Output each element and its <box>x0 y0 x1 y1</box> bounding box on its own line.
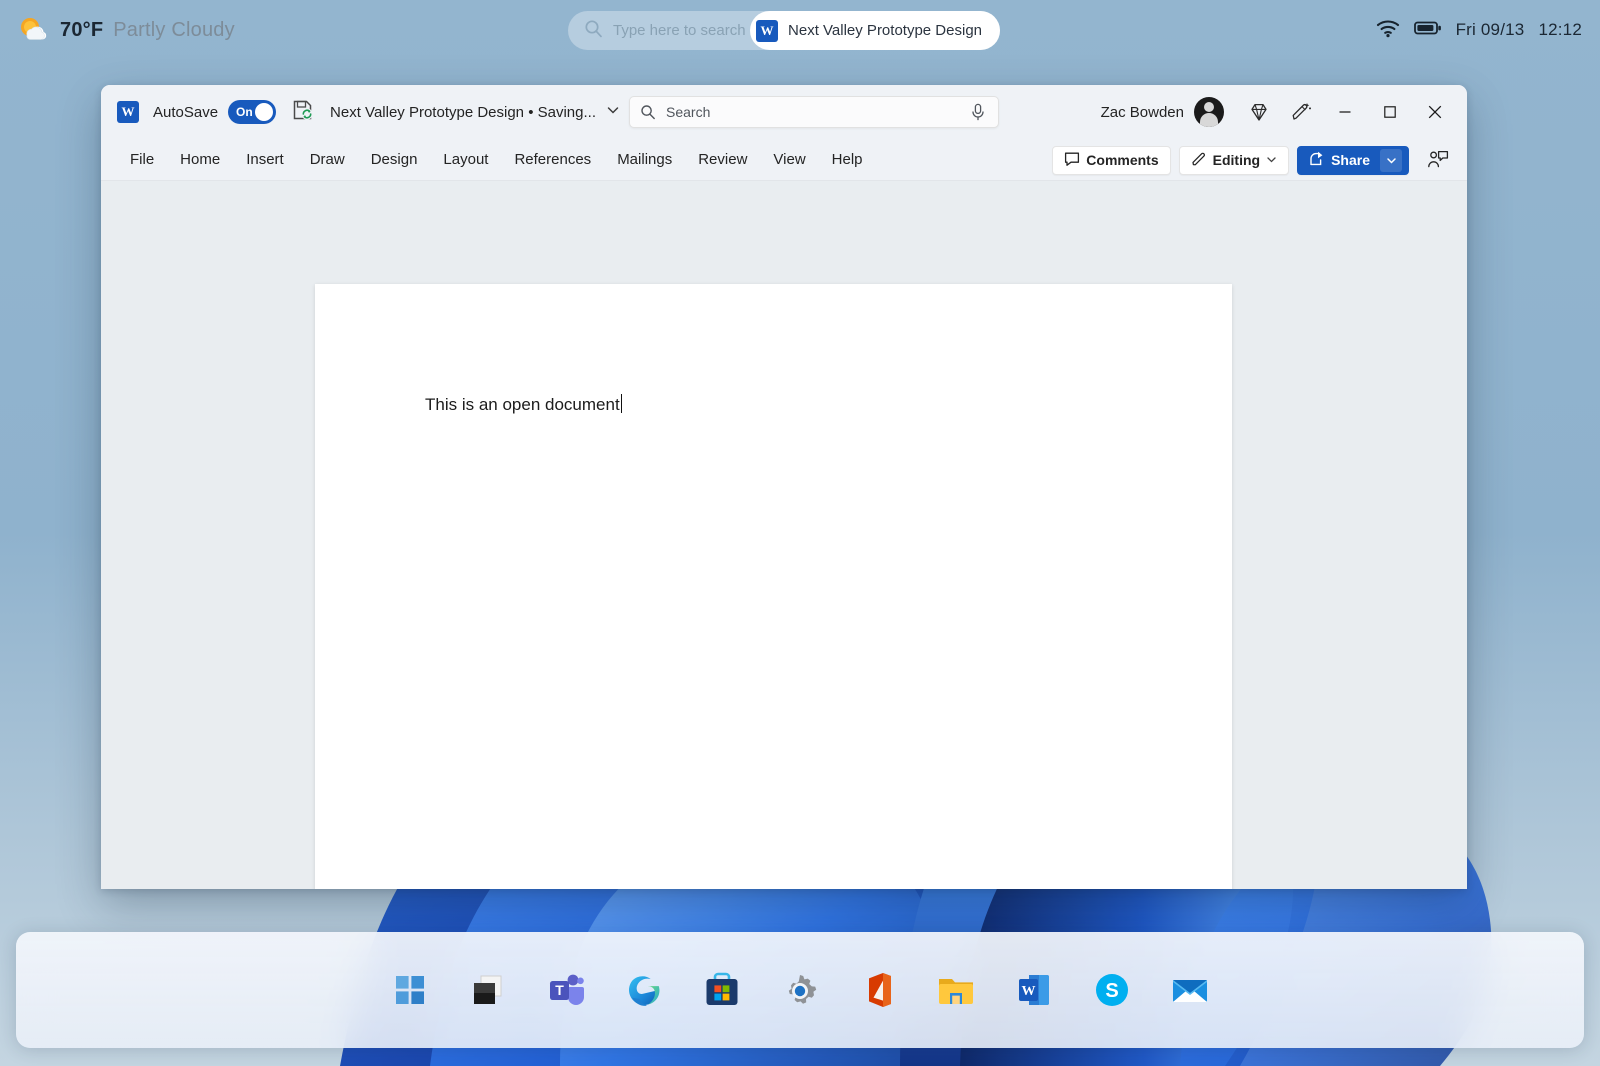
weather-condition: Partly Cloudy <box>113 18 235 41</box>
tray-time[interactable]: 12:12 <box>1538 20 1582 40</box>
wifi-icon[interactable] <box>1376 18 1400 43</box>
office-button[interactable] <box>855 967 901 1013</box>
word-button[interactable]: W <box>1011 967 1057 1013</box>
document-canvas[interactable]: This is an open document <box>101 181 1467 889</box>
share-chevron-down-icon[interactable] <box>1380 148 1402 172</box>
share-button[interactable]: Share <box>1297 145 1409 175</box>
word-search-input[interactable]: Search <box>666 104 710 120</box>
search-icon <box>584 19 603 43</box>
svg-text:W: W <box>1022 984 1036 999</box>
tab-insert[interactable]: Insert <box>233 146 297 173</box>
tab-draw[interactable]: Draw <box>297 146 358 173</box>
settings-button[interactable] <box>777 967 823 1013</box>
document-text-content: This is an open document <box>425 395 620 414</box>
desktop-top-bar: 70°F Partly Cloudy Type here to search W… <box>0 0 1600 60</box>
file-explorer-button[interactable] <box>933 967 979 1013</box>
pen-sparkle-icon[interactable] <box>1280 92 1322 132</box>
partly-cloudy-icon <box>16 13 50 47</box>
comments-button[interactable]: Comments <box>1052 145 1171 175</box>
word-title-bar: W AutoSave On Next Valley Prototype Desi… <box>101 85 1467 139</box>
toggle-knob <box>255 103 274 121</box>
chevron-down-icon <box>1266 152 1277 168</box>
system-tray[interactable]: Fri 09/13 12:12 <box>1376 0 1582 60</box>
svg-text:T: T <box>555 982 564 998</box>
tab-view[interactable]: View <box>760 146 818 173</box>
editing-mode-button[interactable]: Editing <box>1178 145 1290 175</box>
editing-label: Editing <box>1212 152 1261 168</box>
diamond-icon[interactable] <box>1238 92 1280 132</box>
pencil-icon <box>1191 151 1207 170</box>
weather-widget[interactable]: 70°F Partly Cloudy <box>16 13 235 47</box>
maximize-button[interactable] <box>1367 85 1412 139</box>
chevron-down-icon[interactable] <box>606 103 620 122</box>
search-icon <box>640 104 656 120</box>
close-button[interactable] <box>1412 85 1457 139</box>
word-window: W AutoSave On Next Valley Prototype Desi… <box>101 85 1467 889</box>
word-app-icon: W <box>756 19 779 42</box>
document-body-text[interactable]: This is an open document <box>425 394 623 415</box>
avatar-body <box>1200 113 1218 127</box>
tab-layout[interactable]: Layout <box>430 146 501 173</box>
ribbon-tab-bar: File Home Insert Draw Design Layout Refe… <box>101 139 1467 181</box>
user-name[interactable]: Zac Bowden <box>1101 104 1184 121</box>
save-sync-icon[interactable] <box>292 99 314 126</box>
share-icon <box>1309 151 1325 170</box>
titlebar-right-group: Zac Bowden <box>1101 85 1467 139</box>
search-input[interactable]: Type here to search <box>613 22 746 39</box>
avatar[interactable] <box>1194 97 1224 127</box>
tab-review[interactable]: Review <box>685 146 760 173</box>
tab-help[interactable]: Help <box>819 146 876 173</box>
start-button[interactable] <box>387 967 433 1013</box>
minimize-button[interactable] <box>1322 85 1367 139</box>
autosave-label: AutoSave <box>153 103 219 121</box>
word-search-box[interactable]: Search <box>629 96 999 128</box>
document-page[interactable]: This is an open document <box>315 284 1232 889</box>
pinned-task-label: Next Valley Prototype Design <box>788 22 982 39</box>
tab-file[interactable]: File <box>117 146 167 173</box>
mail-button[interactable] <box>1167 967 1213 1013</box>
teams-button[interactable]: T <box>543 967 589 1013</box>
tray-date[interactable]: Fri 09/13 <box>1456 20 1525 40</box>
ribbon-tabs: File Home Insert Draw Design Layout Refe… <box>117 146 876 173</box>
edge-button[interactable] <box>621 967 667 1013</box>
tab-design[interactable]: Design <box>358 146 431 173</box>
taskbar-search-bar[interactable]: Type here to search W Next Valley Protot… <box>568 11 1000 50</box>
tab-references[interactable]: References <box>501 146 604 173</box>
pinned-task-item[interactable]: W Next Valley Prototype Design <box>750 11 1000 50</box>
autosave-state: On <box>236 105 253 119</box>
word-app-icon: W <box>117 101 139 123</box>
ribbon-actions: Comments Editing Share <box>1052 139 1459 181</box>
share-label: Share <box>1331 152 1370 168</box>
taskbar: T W S <box>16 932 1584 1048</box>
avatar-head <box>1204 102 1214 112</box>
document-title[interactable]: Next Valley Prototype Design • Saving... <box>330 104 596 121</box>
text-caret <box>620 394 623 413</box>
svg-text:S: S <box>1105 980 1118 1002</box>
autosave-toggle[interactable]: On <box>228 100 277 124</box>
microphone-icon[interactable] <box>970 103 986 121</box>
comment-bubble-icon <box>1064 151 1080 170</box>
skype-button[interactable]: S <box>1089 967 1135 1013</box>
task-view-button[interactable] <box>465 967 511 1013</box>
store-button[interactable] <box>699 967 745 1013</box>
weather-temperature: 70°F <box>60 18 104 41</box>
person-mention-icon[interactable] <box>1417 140 1459 180</box>
comments-label: Comments <box>1086 152 1159 168</box>
battery-icon[interactable] <box>1413 20 1442 41</box>
tab-mailings[interactable]: Mailings <box>604 146 685 173</box>
tab-home[interactable]: Home <box>167 146 233 173</box>
